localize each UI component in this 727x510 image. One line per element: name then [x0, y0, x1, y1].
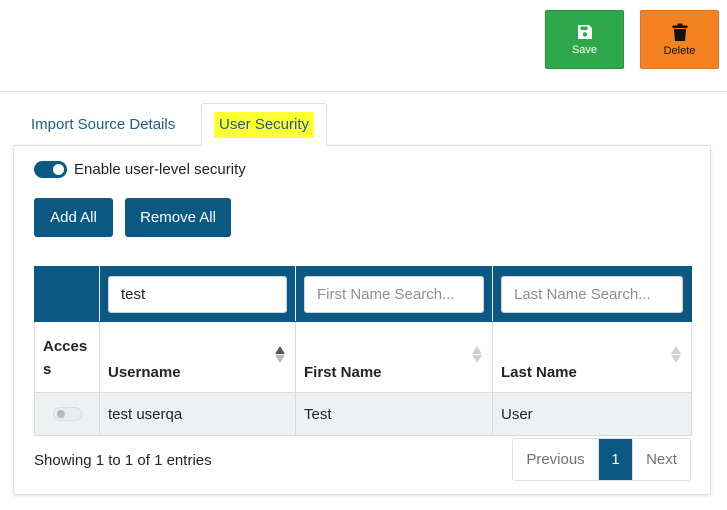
trash-icon	[672, 23, 687, 41]
column-header-first-name[interactable]: First Name	[295, 321, 493, 393]
user-level-security-toggle[interactable]	[34, 161, 67, 178]
access-search-cell	[34, 266, 100, 322]
save-label: Save	[571, 43, 598, 56]
pagination: Previous 1 Next	[512, 438, 691, 481]
previous-page-button[interactable]: Previous	[513, 439, 599, 480]
search-row	[34, 266, 692, 322]
column-header-access[interactable]: Access	[34, 321, 100, 393]
last-name-search-input[interactable]	[501, 275, 683, 313]
toggle-knob	[56, 410, 65, 418]
sort-icon	[472, 346, 482, 364]
column-header-label: Access	[43, 338, 88, 378]
save-button[interactable]: Save	[545, 10, 624, 69]
delete-label: Delete	[663, 44, 696, 57]
column-header-username[interactable]: Username	[99, 321, 296, 393]
access-toggle[interactable]	[52, 407, 82, 421]
last-name-cell: User	[492, 392, 692, 436]
username-search-cell	[99, 266, 296, 322]
username-search-input[interactable]	[108, 275, 287, 313]
user-security-panel: Enable user-level security Add All Remov…	[13, 145, 711, 495]
remove-all-button[interactable]: Remove All	[125, 198, 231, 237]
tab-label: Import Source Details	[31, 116, 176, 133]
page-1-button[interactable]: 1	[599, 439, 632, 480]
toggle-label: Enable user-level security	[74, 161, 246, 178]
column-header-label: First Name	[304, 364, 382, 381]
next-page-button[interactable]: Next	[632, 439, 690, 480]
tab-label: User Security	[213, 111, 315, 138]
username-cell: test userqa	[99, 392, 296, 436]
access-cell	[34, 392, 100, 436]
sort-icon	[671, 346, 681, 364]
tab-user-security[interactable]: User Security	[201, 103, 327, 146]
column-header-label: Last Name	[501, 364, 577, 381]
header-row: Access Username First Name Last Name	[34, 321, 692, 393]
first-name-cell: Test	[295, 392, 493, 436]
column-header-last-name[interactable]: Last Name	[492, 321, 692, 393]
add-all-button[interactable]: Add All	[34, 198, 113, 237]
sort-ascending-icon	[275, 346, 285, 364]
last-name-search-cell	[492, 266, 692, 322]
first-name-search-cell	[295, 266, 493, 322]
toggle-knob	[53, 164, 64, 175]
toolbar: Save Delete	[0, 0, 727, 92]
table-row: test userqa Test User	[34, 392, 692, 436]
users-table: Access Username First Name Last Name tes…	[34, 266, 692, 436]
floppy-disk-icon	[577, 24, 592, 39]
first-name-search-input[interactable]	[304, 275, 484, 313]
column-header-label: Username	[108, 364, 181, 381]
table-info: Showing 1 to 1 of 1 entries	[34, 452, 212, 469]
user-level-security-toggle-row: Enable user-level security	[34, 161, 246, 178]
tab-import-source-details[interactable]: Import Source Details	[13, 103, 201, 146]
delete-button[interactable]: Delete	[640, 10, 719, 69]
